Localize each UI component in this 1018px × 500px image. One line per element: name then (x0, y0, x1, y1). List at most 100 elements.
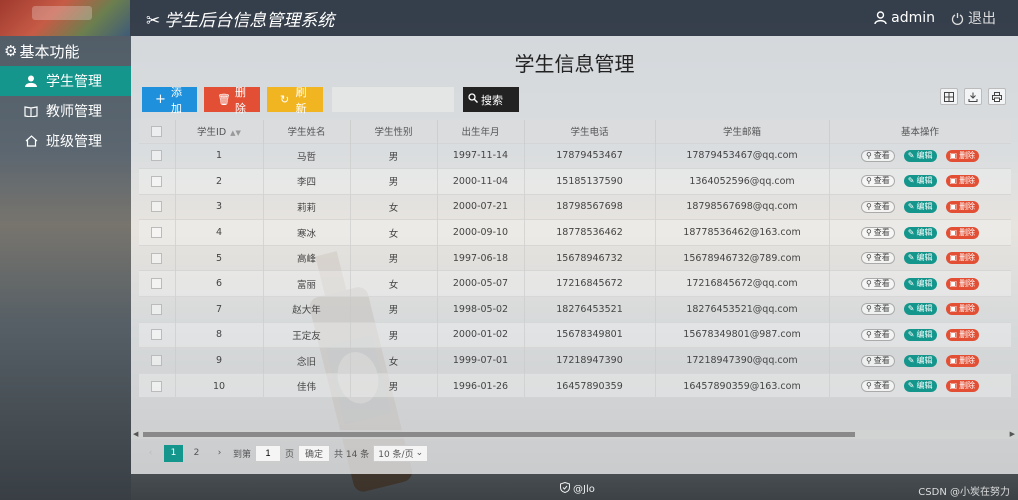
edit-button[interactable]: ✎ 编辑 (903, 277, 937, 290)
row-select-cell[interactable] (139, 372, 176, 397)
edit-icon: ✎ (907, 227, 915, 237)
row-select-cell[interactable] (139, 244, 176, 271)
sidebar-item-teachers[interactable]: 教师管理 (0, 96, 131, 126)
edit-button[interactable]: ✎ 编辑 (903, 303, 937, 316)
row-checkbox[interactable] (151, 355, 163, 367)
view-label: 查看 (873, 381, 890, 391)
export-button[interactable] (964, 88, 982, 105)
confirm-button[interactable]: 确定 (298, 444, 331, 462)
table-row[interactable]: 9 念旧女 1999-07-01 17218947390 17218947390@qq.… (139, 347, 1011, 374)
edit-button[interactable]: ✎ 编辑 (903, 175, 937, 188)
table-row[interactable]: 8 王定友男 2000-01-02 15678349801 15678349801@98… (139, 321, 1011, 348)
view-button[interactable]: ⚲ 查看 (860, 380, 895, 393)
scroll-right-icon[interactable]: ▶ (1010, 430, 1015, 438)
row-delete-button[interactable]: ▣ 删除 (945, 149, 980, 162)
columns-toggle-button[interactable] (940, 88, 958, 105)
search-input[interactable] (332, 87, 454, 112)
row-delete-button[interactable]: ▣ 删除 (945, 303, 980, 316)
user-menu[interactable]: admin (874, 10, 935, 26)
row-checkbox[interactable] (151, 175, 163, 187)
row-select-cell[interactable] (139, 168, 176, 195)
edit-button[interactable]: ✎ 编辑 (903, 200, 937, 213)
row-select-cell[interactable] (139, 321, 176, 348)
select-all-checkbox[interactable] (151, 125, 163, 137)
page-button[interactable]: 1 (164, 444, 183, 462)
print-icon (992, 91, 1002, 102)
add-button[interactable]: + 添加 (142, 86, 197, 115)
column-header[interactable]: 学生ID ▲▼ (175, 120, 264, 143)
sidebar-item-students[interactable]: 学生管理 (0, 66, 131, 96)
row-checkbox[interactable] (151, 201, 163, 213)
row-checkbox[interactable] (151, 303, 163, 315)
total-count: 共 14 条 (334, 449, 370, 460)
row-select-cell[interactable] (139, 193, 176, 220)
page-size-select[interactable]: 10 条/页 ⌄ (373, 444, 429, 462)
table-row[interactable]: 2 李四男 2000-11-04 15185137590 1364052596@qq.c… (139, 168, 1011, 195)
table-row[interactable]: 5 高峰男 1997-06-18 15678946732 15678946732@789… (139, 244, 1011, 271)
row-select-cell[interactable] (139, 142, 176, 169)
table-row[interactable]: 6 富丽女 2000-05-07 17216845672 17216845672@qq.… (139, 270, 1011, 297)
scrollbar-thumb[interactable] (143, 432, 855, 437)
sidebar-heading[interactable]: ⚙ 基本功能 (0, 36, 131, 66)
row-select-cell[interactable] (139, 219, 176, 246)
refresh-button[interactable]: ↻ 刷新 (267, 86, 323, 115)
view-button[interactable]: ⚲ 查看 (860, 200, 895, 213)
table-row[interactable]: 10 佳伟男 1996-01-26 16457890359 16457890359@16… (139, 372, 1011, 397)
edit-button[interactable]: ✎ 编辑 (903, 354, 937, 367)
view-button[interactable]: ⚲ 查看 (860, 328, 895, 341)
operations-cell: ⚲ 查看 ✎ 编辑 ▣ 删除 (829, 321, 1011, 348)
view-button[interactable]: ⚲ 查看 (860, 175, 895, 188)
row-delete-button[interactable]: ▣ 删除 (945, 328, 980, 341)
table-row[interactable]: 4 寒冰女 2000-09-10 18778536462 18778536462@163… (139, 219, 1011, 246)
sidebar-item-classes[interactable]: 班级管理 (0, 126, 131, 156)
row-delete-button[interactable]: ▣ 删除 (945, 380, 980, 393)
row-delete-button[interactable]: ▣ 删除 (945, 226, 980, 239)
row-select-cell[interactable] (139, 296, 176, 323)
view-button[interactable]: ⚲ 查看 (860, 252, 895, 265)
sort-icon[interactable]: ▲▼ (230, 129, 241, 137)
prev-page-button[interactable]: ‹ (141, 445, 160, 462)
table-cell: 17218947390 (524, 347, 656, 374)
scroll-left-icon[interactable]: ◀ (133, 430, 138, 438)
search-button[interactable]: 搜索 (463, 87, 519, 112)
row-delete-button[interactable]: ▣ 删除 (945, 175, 980, 188)
row-checkbox[interactable] (151, 329, 163, 341)
row-delete-button[interactable]: ▣ 删除 (945, 277, 980, 290)
row-delete-button[interactable]: ▣ 删除 (945, 354, 980, 367)
row-checkbox[interactable] (151, 150, 163, 162)
table-row[interactable]: 1 马哲男 1997-11-14 17879453467 17879453467@qq.… (139, 142, 1011, 169)
row-delete-button[interactable]: ▣ 删除 (945, 200, 980, 213)
select-all-cell[interactable] (139, 120, 176, 143)
next-page-button[interactable]: › (210, 445, 229, 462)
row-checkbox[interactable] (151, 380, 163, 392)
table-row[interactable]: 7 赵大年男 1998-05-02 18276453521 18276453521@qq… (139, 296, 1011, 323)
column-header: 学生电话 (524, 120, 656, 143)
row-checkbox[interactable] (151, 252, 163, 264)
row-select-cell[interactable] (139, 347, 176, 374)
trash-icon: ▣ (949, 253, 958, 263)
edit-label: 编辑 (916, 176, 933, 186)
horizontal-scrollbar[interactable]: ◀ ▶ (131, 430, 1018, 439)
goto-page-input[interactable] (255, 444, 282, 462)
row-select-cell[interactable] (139, 270, 176, 297)
table-cell: 17879453467 (524, 142, 656, 169)
row-delete-button[interactable]: ▣ 删除 (945, 252, 980, 265)
delete-button[interactable]: 🗑 删除 (204, 86, 260, 115)
row-checkbox[interactable] (151, 227, 163, 239)
view-button[interactable]: ⚲ 查看 (860, 149, 895, 162)
logout-button[interactable]: 退出 (951, 8, 996, 28)
view-button[interactable]: ⚲ 查看 (860, 354, 895, 367)
edit-button[interactable]: ✎ 编辑 (903, 226, 937, 239)
edit-button[interactable]: ✎ 编辑 (903, 328, 937, 341)
table-row[interactable]: 3 莉莉女 2000-07-21 18798567698 18798567698@qq.… (139, 193, 1011, 220)
edit-button[interactable]: ✎ 编辑 (903, 380, 937, 393)
column-header: 学生姓名 (263, 120, 351, 143)
view-button[interactable]: ⚲ 查看 (860, 277, 895, 290)
print-button[interactable] (988, 88, 1006, 105)
edit-button[interactable]: ✎ 编辑 (903, 149, 937, 162)
view-button[interactable]: ⚲ 查看 (860, 226, 895, 239)
edit-button[interactable]: ✎ 编辑 (903, 252, 937, 265)
row-checkbox[interactable] (151, 278, 163, 290)
view-button[interactable]: ⚲ 查看 (860, 303, 895, 316)
page-button[interactable]: 2 (187, 445, 206, 462)
